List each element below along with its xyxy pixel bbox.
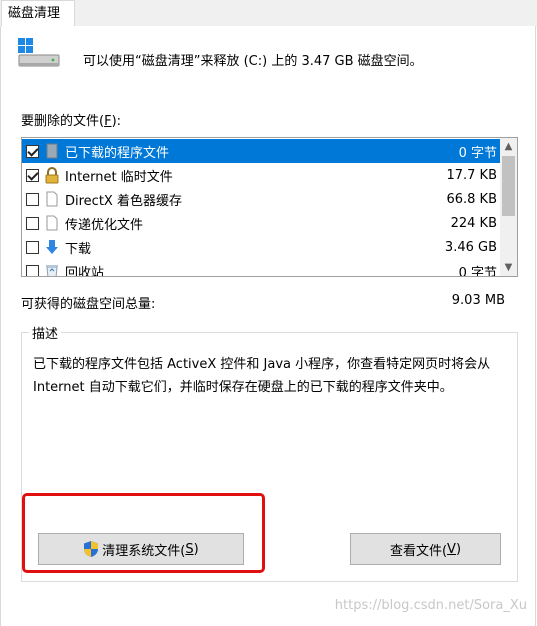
- tab-strip: 磁盘清理: [0, 0, 537, 27]
- file-size: 224 KB: [450, 215, 497, 231]
- red-highlight-box: [22, 493, 265, 573]
- file-name: 已下载的程序文件: [65, 145, 170, 161]
- download-arrow-icon: [44, 238, 60, 256]
- list-item[interactable]: 传递优化文件 224 KB: [22, 211, 501, 235]
- total-space-label: 可获得的磁盘空间总量:: [21, 297, 156, 312]
- total-space-value: 9.03 MB: [451, 293, 505, 308]
- list-item[interactable]: 已下载的程序文件 0 字节: [22, 139, 501, 163]
- files-list[interactable]: 已下载的程序文件 0 字节 Internet 临时文件 17.7 KB Dire…: [21, 137, 518, 277]
- list-item[interactable]: DirectX 着色器缓存 66.8 KB: [22, 187, 501, 211]
- scroll-down-icon[interactable]: ▼: [500, 259, 517, 276]
- checkbox[interactable]: [26, 216, 39, 230]
- description-text: 已下载的程序文件包括 ActiveX 控件和 Java 小程序，你查看特定网页时…: [33, 357, 491, 395]
- checkbox[interactable]: [26, 192, 39, 206]
- document-icon: [44, 190, 60, 208]
- list-item[interactable]: Internet 临时文件 17.7 KB: [22, 163, 501, 187]
- scroll-up-icon[interactable]: ▲: [500, 138, 517, 155]
- folder-icon: [44, 142, 60, 160]
- file-size: 3.46 GB: [444, 239, 497, 255]
- files-to-delete-label: 要删除的文件(F):: [21, 114, 122, 129]
- summary-text: 可以使用“磁盘清理”来释放 (C:) 上的 3.47 GB 磁盘空间。: [83, 54, 423, 69]
- file-size: 0 字节: [458, 145, 497, 161]
- file-name: 回收站: [65, 265, 105, 277]
- file-name: Internet 临时文件: [65, 169, 173, 185]
- file-size: 17.7 KB: [446, 167, 497, 183]
- list-item[interactable]: 回收站 0 字节: [22, 259, 501, 277]
- checkbox[interactable]: [26, 168, 39, 182]
- file-name: 传递优化文件: [65, 217, 144, 233]
- list-scrollbar[interactable]: ▲ ▼: [500, 138, 517, 276]
- document-icon: [44, 214, 60, 232]
- lock-icon: [44, 166, 60, 184]
- tab-disk-cleanup[interactable]: 磁盘清理: [1, 0, 75, 27]
- file-name: 下载: [65, 241, 92, 257]
- description-title: 描述: [29, 323, 62, 342]
- view-files-button[interactable]: 查看文件(V): [350, 533, 501, 565]
- checkbox[interactable]: [26, 240, 39, 254]
- file-size: 0 字节: [458, 265, 497, 277]
- checkbox[interactable]: [26, 264, 39, 276]
- file-size: 66.8 KB: [446, 191, 497, 207]
- checkbox[interactable]: [26, 144, 39, 158]
- hard-drive-icon: [17, 38, 61, 70]
- watermark: https://blog.csdn.net/Sora_Xu: [334, 598, 527, 613]
- list-item[interactable]: 下载 3.46 GB: [22, 235, 501, 259]
- scroll-thumb[interactable]: [502, 156, 515, 216]
- recycle-bin-icon: [44, 262, 60, 276]
- file-name: DirectX 着色器缓存: [65, 193, 182, 209]
